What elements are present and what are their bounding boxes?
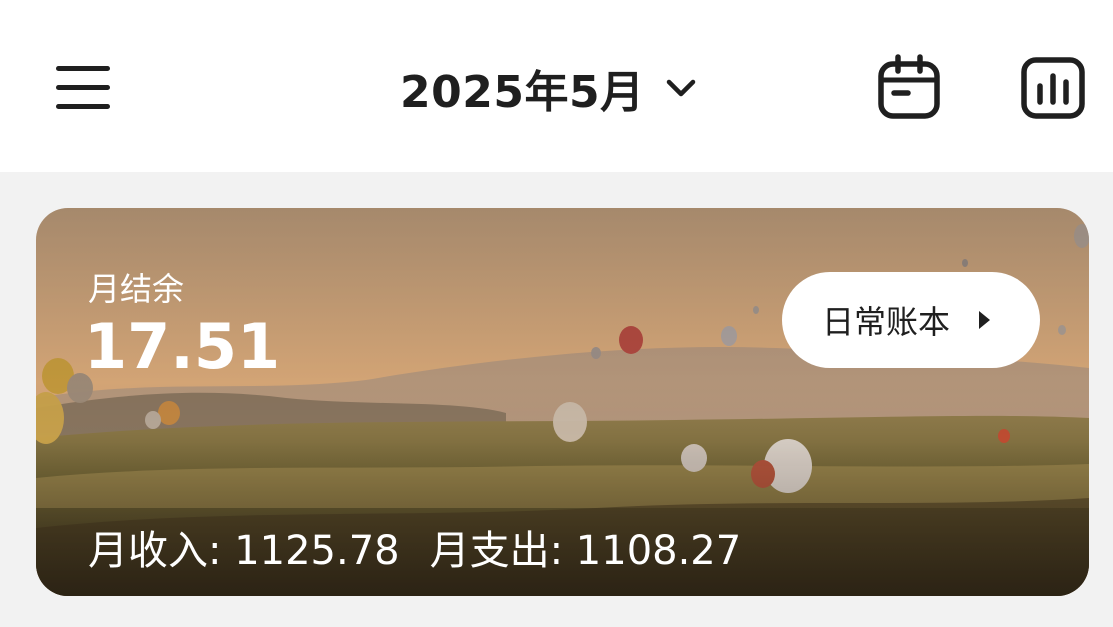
month-title: 2025年5月 [400, 67, 645, 118]
top-app-bar: 2025年5月 [0, 0, 1113, 172]
calendar-icon[interactable] [876, 54, 942, 120]
bar-chart-icon[interactable] [1020, 56, 1086, 120]
balance-value: 17.51 [84, 310, 281, 383]
monthly-expense: 月支出: 1108.27 [429, 528, 742, 574]
ledger-switch-button[interactable]: 日常账本 [782, 272, 1040, 368]
ledger-name: 日常账本 [822, 303, 951, 341]
menu-icon[interactable] [54, 62, 114, 114]
income-expense-summary: 月收入: 1125.78 月支出: 1108.27 [88, 518, 741, 576]
month-selector[interactable]: 2025年5月 [400, 58, 699, 118]
balance-label: 月结余 [88, 270, 185, 308]
monthly-income: 月收入: 1125.78 [88, 528, 400, 574]
chevron-down-icon [666, 79, 695, 97]
caret-right-icon [979, 311, 991, 329]
monthly-summary-card: 月结余 17.51 日常账本 月收入: 1125.78 月支出: 1108.27 [36, 208, 1089, 596]
